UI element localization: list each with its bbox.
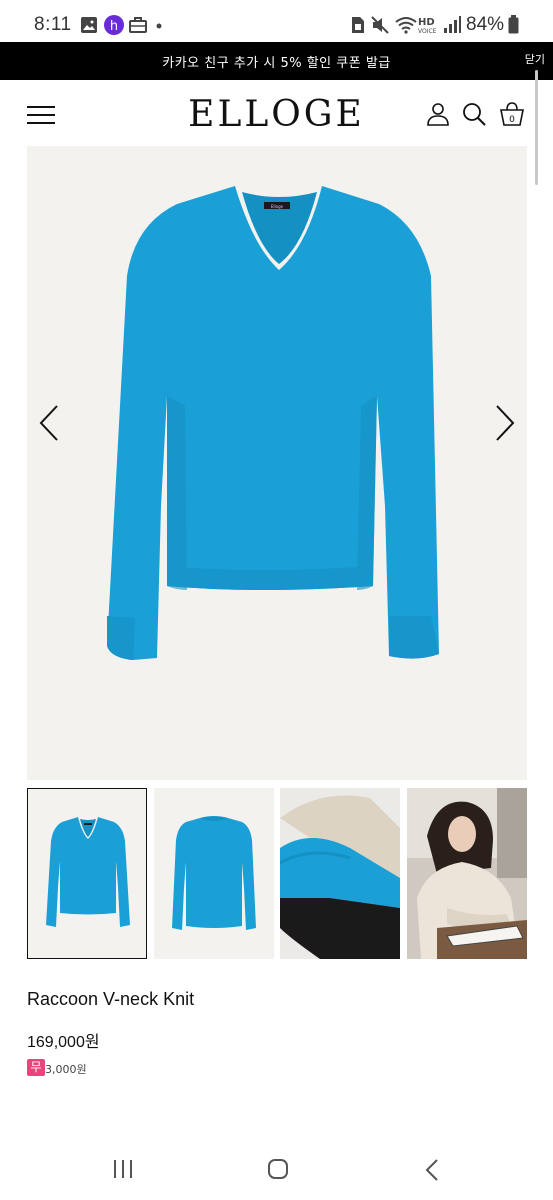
next-image-arrow-icon[interactable] bbox=[494, 404, 516, 442]
dot-icon bbox=[156, 23, 162, 29]
gallery-icon bbox=[81, 17, 97, 33]
back-icon[interactable] bbox=[424, 1158, 440, 1182]
signal-icon bbox=[444, 16, 461, 33]
app-notification-icon: h bbox=[104, 15, 124, 35]
home-icon[interactable] bbox=[267, 1158, 289, 1180]
thumbnail-fabric-detail[interactable] bbox=[280, 788, 400, 959]
promo-bar: 카카오 친구 추가 시 5% 할인 쿠폰 발급 닫기 bbox=[0, 42, 553, 80]
wifi-icon bbox=[395, 17, 417, 34]
promo-text[interactable]: 카카오 친구 추가 시 5% 할인 쿠폰 발급 bbox=[0, 52, 553, 71]
system-nav-bar bbox=[0, 1140, 553, 1200]
hd-voice-icon: HDVOICE bbox=[418, 17, 437, 35]
status-time: 8:11 bbox=[34, 14, 72, 35]
promo-close-button[interactable]: 닫기 bbox=[525, 51, 545, 67]
cart-count: 0 bbox=[509, 115, 515, 125]
product-name: Raccoon V-neck Knit bbox=[27, 989, 195, 1009]
menu-icon[interactable] bbox=[27, 106, 55, 124]
search-icon[interactable] bbox=[462, 102, 486, 126]
status-bar: 8:11 h HD VOICE 84% bbox=[0, 0, 553, 42]
svg-text:VOICE: VOICE bbox=[418, 28, 437, 35]
site-header: ELLOGE 0 bbox=[0, 80, 553, 146]
svg-text:h: h bbox=[110, 19, 118, 34]
user-icon[interactable] bbox=[426, 102, 450, 126]
prev-image-arrow-icon[interactable] bbox=[38, 404, 60, 442]
sweater-image: Elloge bbox=[107, 186, 439, 660]
shipping-fee: 3,000원 bbox=[45, 1063, 87, 1076]
shipping-badge: 무 bbox=[27, 1059, 45, 1076]
product-main-image[interactable]: Elloge bbox=[27, 146, 527, 780]
sim-icon bbox=[352, 17, 364, 33]
briefcase-icon bbox=[129, 17, 147, 33]
recent-apps-icon[interactable] bbox=[112, 1158, 134, 1180]
svg-text:HD: HD bbox=[418, 17, 435, 28]
cart-icon[interactable]: 0 bbox=[499, 101, 525, 127]
thumbnail-front-view[interactable] bbox=[27, 788, 147, 959]
battery-icon bbox=[508, 15, 519, 34]
product-price: 169,000원 bbox=[27, 1034, 100, 1051]
page-scrollbar[interactable] bbox=[535, 70, 538, 185]
battery-percent: 84% bbox=[466, 14, 505, 35]
thumbnail-model-wearing[interactable] bbox=[407, 788, 527, 959]
thumbnail-back-view[interactable] bbox=[154, 788, 274, 959]
sweater-tag-text: Elloge bbox=[271, 204, 284, 209]
mute-icon bbox=[371, 16, 389, 34]
